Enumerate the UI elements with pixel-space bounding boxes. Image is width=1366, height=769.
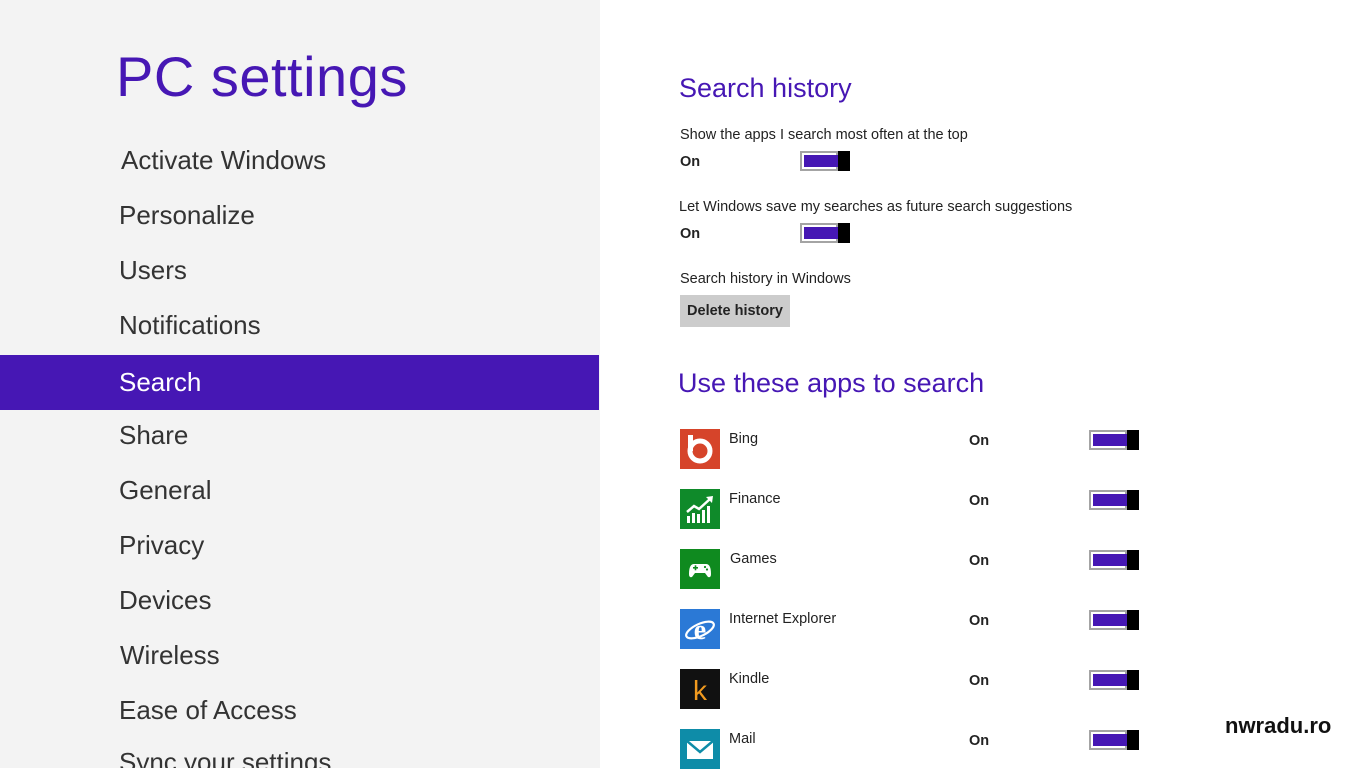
sidebar-item-activate-windows[interactable]: Activate Windows xyxy=(0,133,599,188)
sidebar-item-wireless[interactable]: Wireless xyxy=(0,628,599,683)
toggle-thumb[interactable] xyxy=(1127,430,1139,450)
sidebar-item-ease-of-access[interactable]: Ease of Access xyxy=(0,683,599,738)
svg-text:k: k xyxy=(693,675,708,706)
save-searches-label: Let Windows save my searches as future s… xyxy=(679,199,1073,215)
toggle-thumb[interactable] xyxy=(1127,550,1139,570)
toggle-fill xyxy=(804,227,838,239)
app-row-games: Games On xyxy=(680,549,1240,589)
mail-search-toggle[interactable] xyxy=(1089,730,1139,750)
search-history-windows-label: Search history in Windows xyxy=(680,271,851,287)
kindle-icon: k xyxy=(680,669,720,709)
save-searches-toggle[interactable] xyxy=(800,223,850,243)
toggle-track xyxy=(1089,490,1127,510)
save-searches-state: On xyxy=(680,226,701,242)
page-title: PC settings xyxy=(116,45,408,108)
sidebar-item-users[interactable]: Users xyxy=(0,243,599,298)
toggle-thumb[interactable] xyxy=(1127,490,1139,510)
toggle-fill xyxy=(804,155,838,167)
toggle-track xyxy=(1089,550,1127,570)
app-state: On xyxy=(969,673,990,689)
app-row-internet-explorer: e Internet Explorer On xyxy=(680,609,1240,649)
app-state: On xyxy=(969,433,990,449)
app-row-bing: Bing On xyxy=(680,429,1240,469)
sidebar-item-share[interactable]: Share xyxy=(0,408,599,463)
app-name: Kindle xyxy=(729,671,770,687)
toggle-fill xyxy=(1093,554,1127,566)
toggle-thumb[interactable] xyxy=(1127,610,1139,630)
sidebar-item-search[interactable]: Search xyxy=(0,355,599,410)
bing-icon xyxy=(680,429,720,469)
app-name: Games xyxy=(730,551,777,567)
search-history-heading: Search history xyxy=(679,73,852,103)
toggle-track xyxy=(1089,610,1127,630)
games-search-toggle[interactable] xyxy=(1089,550,1139,570)
toggle-thumb[interactable] xyxy=(838,223,850,243)
app-name: Mail xyxy=(729,731,756,747)
sidebar-item-devices[interactable]: Devices xyxy=(0,573,599,628)
app-state: On xyxy=(969,613,990,629)
toggle-track xyxy=(1089,670,1127,690)
app-state: On xyxy=(969,733,990,749)
app-row-kindle: k Kindle On xyxy=(680,669,1240,709)
toggle-track xyxy=(800,223,838,243)
show-apps-top-state: On xyxy=(680,154,701,170)
mail-icon xyxy=(680,729,720,769)
show-apps-top-label: Show the apps I search most often at the… xyxy=(680,127,968,143)
toggle-track xyxy=(1089,430,1127,450)
toggle-thumb[interactable] xyxy=(1127,730,1139,750)
internet-explorer-icon: e xyxy=(680,609,720,649)
app-name: Finance xyxy=(729,491,781,507)
app-name: Internet Explorer xyxy=(729,611,837,627)
finance-icon xyxy=(680,489,720,529)
search-apps-heading: Use these apps to search xyxy=(678,368,985,398)
settings-content: Search history Show the apps I search mo… xyxy=(600,0,1366,769)
finance-search-toggle[interactable] xyxy=(1089,490,1139,510)
sidebar-item-notifications[interactable]: Notifications xyxy=(0,298,599,353)
toggle-fill xyxy=(1093,674,1127,686)
sidebar-item-privacy[interactable]: Privacy xyxy=(0,518,599,573)
show-apps-top-toggle[interactable] xyxy=(800,151,850,171)
toggle-fill xyxy=(1093,614,1127,626)
app-row-finance: Finance On xyxy=(680,489,1240,529)
sidebar-item-sync-your-settings[interactable]: Sync your settings xyxy=(0,735,599,768)
sidebar-item-personalize[interactable]: Personalize xyxy=(0,188,599,243)
watermark: nwradu.ro xyxy=(1225,713,1332,738)
toggle-track xyxy=(800,151,838,171)
kindle-search-toggle[interactable] xyxy=(1089,670,1139,690)
toggle-fill xyxy=(1093,734,1127,746)
bing-search-toggle[interactable] xyxy=(1089,430,1139,450)
sidebar-item-general[interactable]: General xyxy=(0,463,599,518)
app-state: On xyxy=(969,493,990,509)
app-name: Bing xyxy=(729,431,759,447)
svg-text:e: e xyxy=(694,615,706,646)
games-icon xyxy=(680,549,720,589)
toggle-fill xyxy=(1093,434,1127,446)
app-row-mail: Mail On xyxy=(680,729,1240,769)
app-state: On xyxy=(969,553,990,569)
delete-history-button[interactable]: Delete history xyxy=(680,295,790,327)
internet-explorer-search-toggle[interactable] xyxy=(1089,610,1139,630)
sidebar: PC settings Activate Windows Personalize… xyxy=(0,0,600,768)
toggle-fill xyxy=(1093,494,1127,506)
toggle-track xyxy=(1089,730,1127,750)
toggle-thumb[interactable] xyxy=(838,151,850,171)
toggle-thumb[interactable] xyxy=(1127,670,1139,690)
